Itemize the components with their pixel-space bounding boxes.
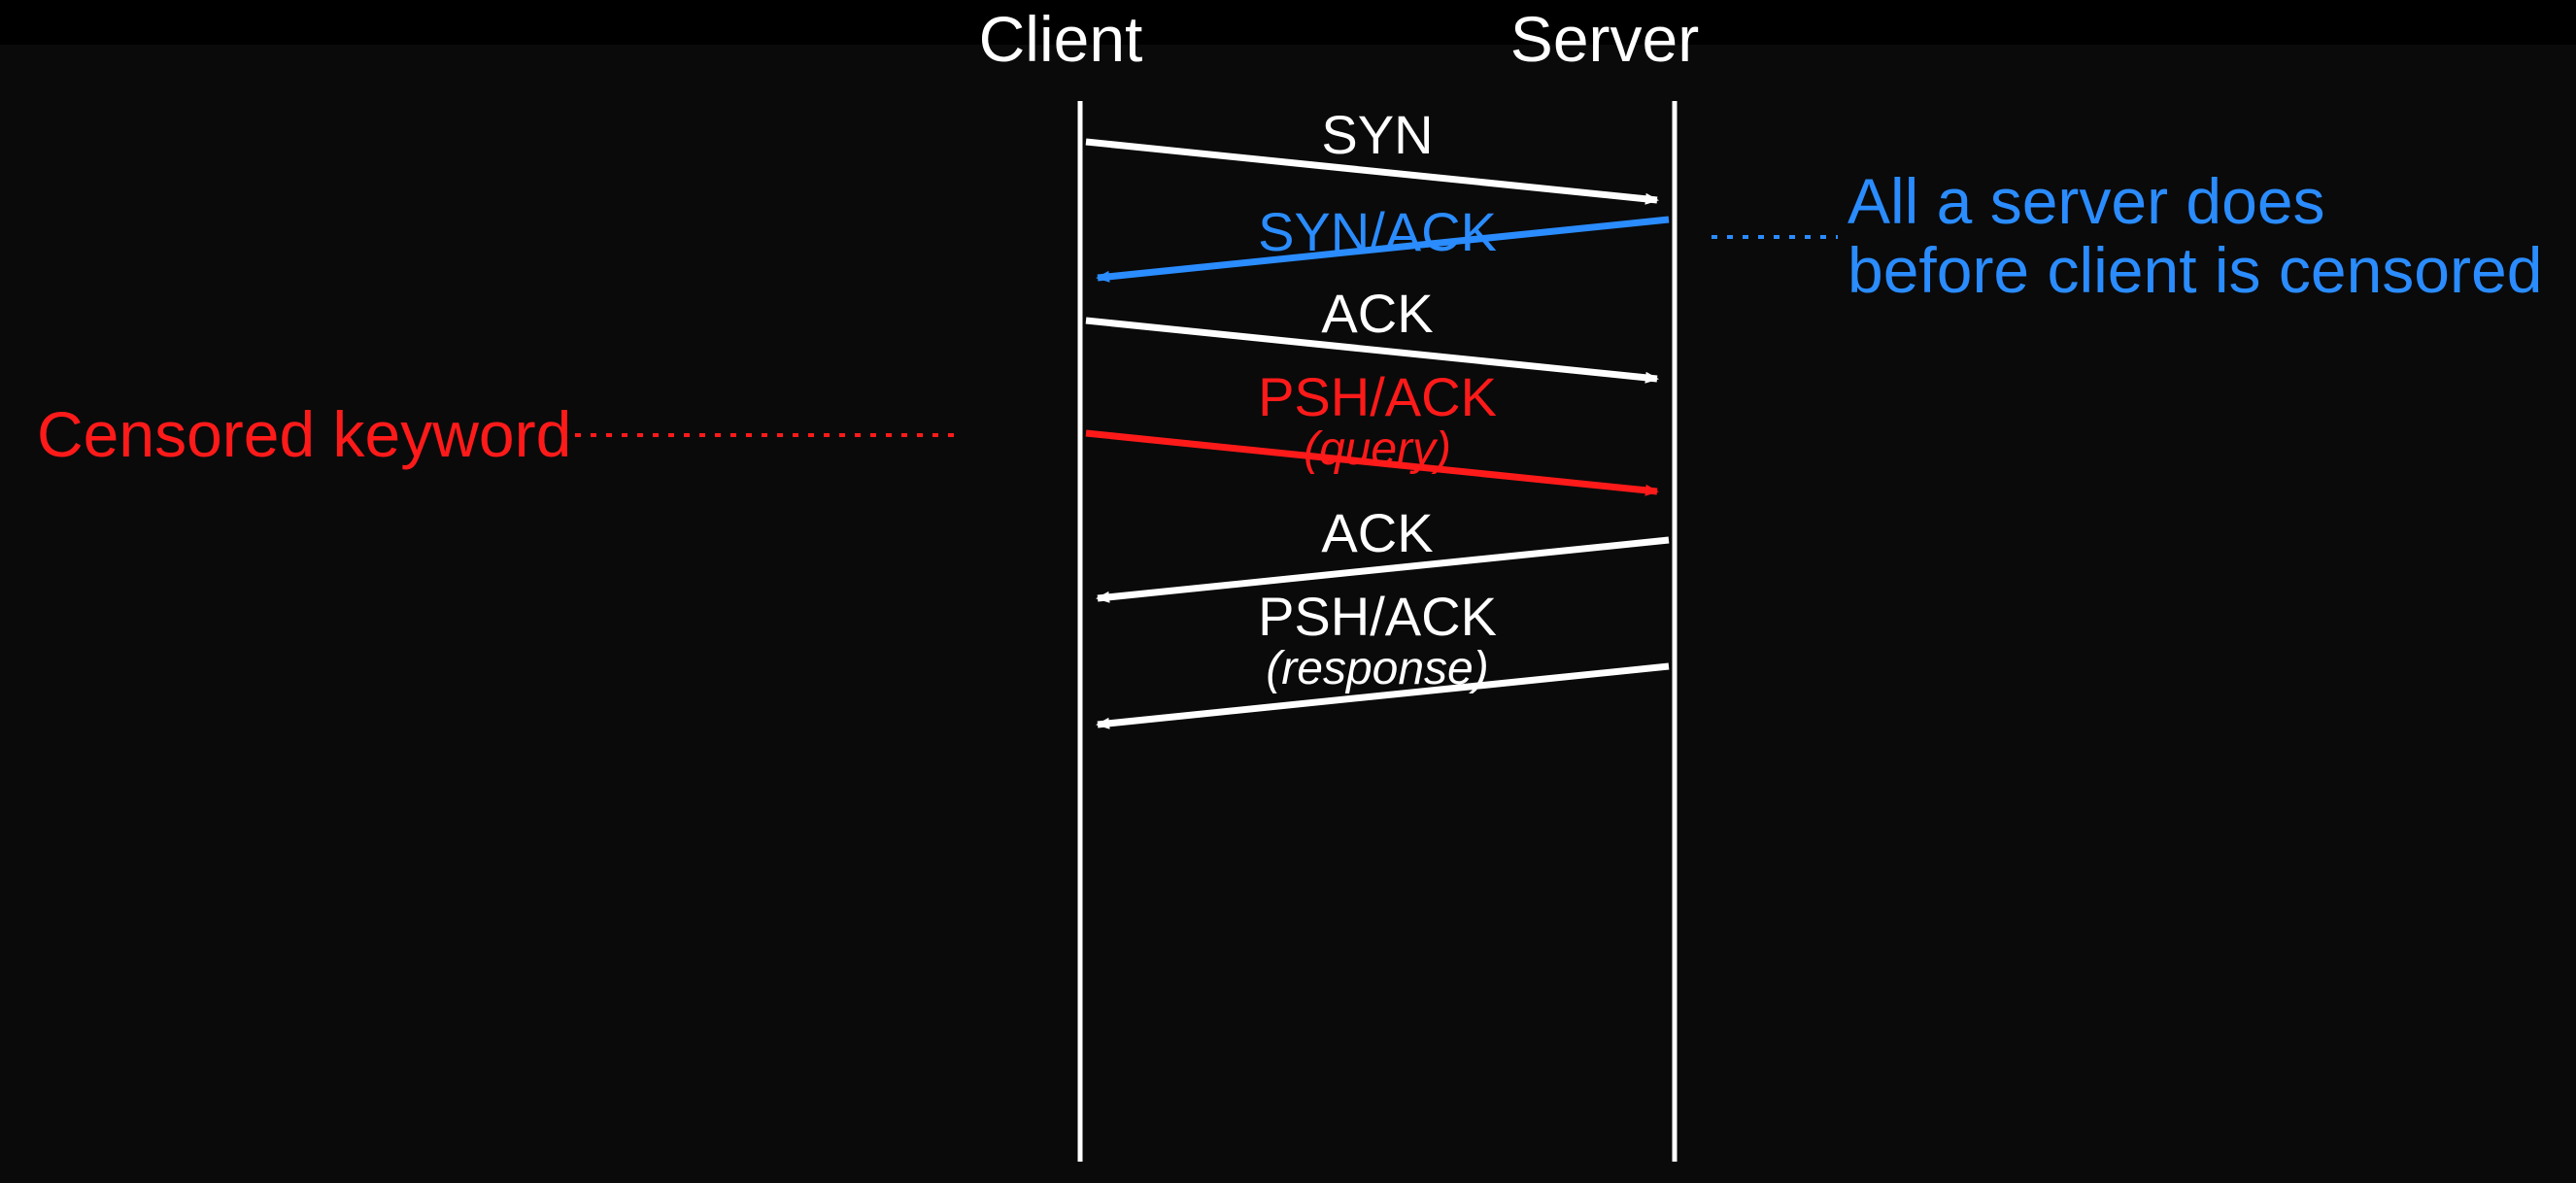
label-pshack_q-primary: PSH/ACK	[1258, 366, 1497, 427]
label-pshack_r-primary: PSH/ACK	[1258, 586, 1497, 647]
label-pshack_q-secondary: (query)	[1258, 422, 1497, 476]
annotation-censored-keyword: Censored keyword	[37, 400, 571, 469]
label-ack2-primary: ACK	[1321, 502, 1433, 563]
label-pshack_r-secondary: (response)	[1258, 642, 1497, 695]
titlebar-strip	[0, 0, 2576, 45]
annotation-server-action: All a server does before client is censo…	[1847, 167, 2542, 306]
diagram-stage: Client Server SYNSYN/ACKACKPSH/ACK(query…	[0, 0, 2576, 1183]
annotation-right-line2: before client is censored	[1847, 234, 2542, 306]
label-ack2: ACK	[1321, 501, 1433, 564]
diagram-inner: Client Server SYNSYN/ACKACKPSH/ACK(query…	[21, 45, 2555, 1162]
label-ack1: ACK	[1321, 282, 1433, 345]
annotation-right-line1: All a server does	[1847, 165, 2325, 237]
annotation-left-text: Censored keyword	[37, 398, 571, 470]
label-pshack_q: PSH/ACK(query)	[1258, 365, 1497, 476]
label-synack: SYN/ACK	[1258, 200, 1497, 263]
label-syn: SYN	[1321, 103, 1433, 166]
label-pshack_r: PSH/ACK(response)	[1258, 585, 1497, 695]
label-ack1-primary: ACK	[1321, 283, 1433, 344]
label-syn-primary: SYN	[1321, 104, 1433, 165]
label-synack-primary: SYN/ACK	[1258, 201, 1497, 262]
